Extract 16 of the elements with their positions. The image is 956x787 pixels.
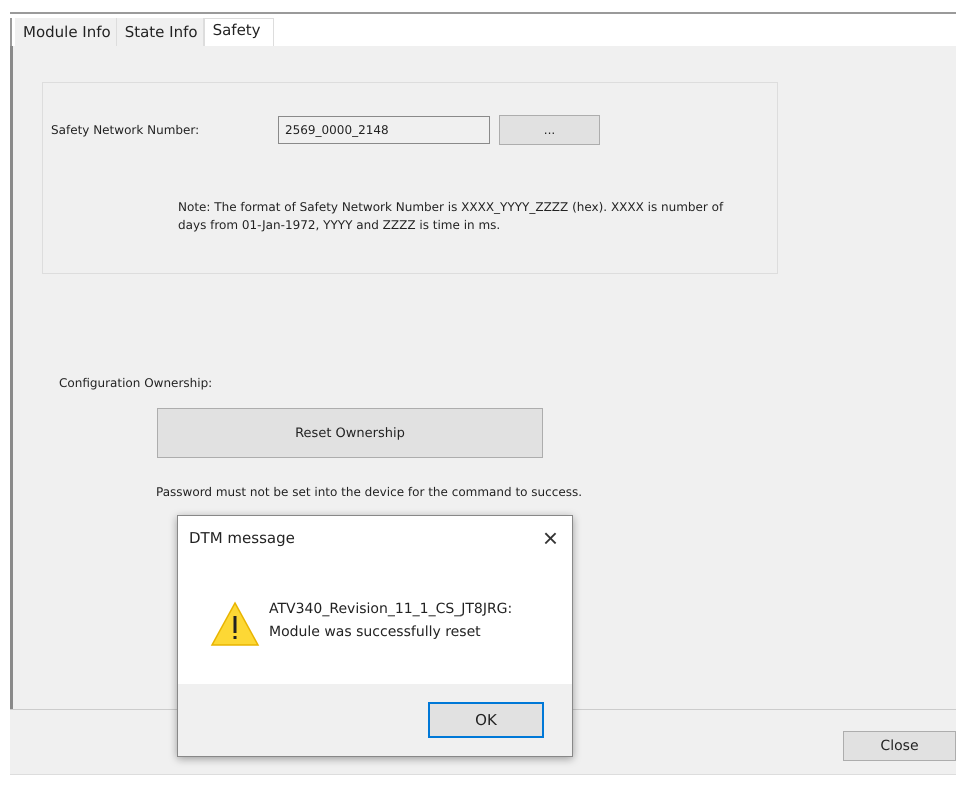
close-button[interactable]: Close — [843, 731, 956, 761]
field-label: Safety Network Number: — [51, 123, 200, 137]
tab[interactable]: Module Info — [15, 18, 117, 46]
section-label: Configuration Ownership: — [59, 376, 212, 390]
ok-button[interactable]: OK — [428, 702, 544, 738]
reset-button[interactable]: Reset Ownership — [157, 408, 543, 458]
note-text: Note: The format of Safety Network Number is XXXX_YYYY_ZZZZ (hex). XXXX is number of days from 01-Jan-1972, YYYY and ZZZZ is time in ms. — [178, 199, 724, 234]
tab[interactable]: Safety — [204, 18, 274, 46]
warning-icon — [210, 601, 260, 647]
hint-text: Password must not be set into the device for the command to success. — [156, 485, 582, 499]
message-text: Module was successfully reset — [269, 623, 482, 642]
dialog-title: DTM message — [189, 529, 295, 547]
browse-button[interactable]: ... — [499, 115, 600, 145]
input-field[interactable]: 2569_0000_2148 — [278, 116, 490, 144]
message-text: ATV340_Revision_11_1_CS_JT8JRG: — [269, 600, 512, 619]
tab[interactable]: State Info — [116, 18, 204, 46]
